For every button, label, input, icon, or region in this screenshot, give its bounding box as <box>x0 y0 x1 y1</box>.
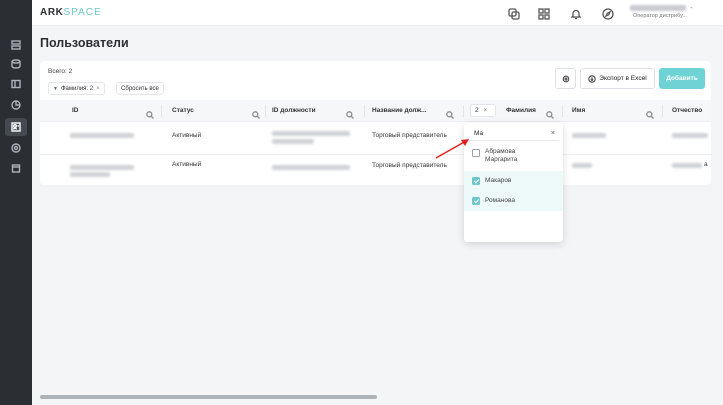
option-label-line1: Абрамова <box>485 148 516 155</box>
search-icon[interactable] <box>146 106 154 119</box>
redacted-firstname <box>572 133 606 138</box>
redacted-position-id <box>272 139 314 144</box>
column-divider <box>463 105 464 117</box>
user-role: Оператор дистрибу... <box>633 13 687 19</box>
logo-part2: SPACE <box>63 7 102 18</box>
search-icon[interactable] <box>346 106 354 119</box>
clear-icon[interactable]: × <box>551 130 555 137</box>
option-checkbox[interactable] <box>472 149 480 157</box>
total-count: Всего: 2 <box>48 68 73 75</box>
column-status[interactable]: Статус <box>172 107 194 114</box>
add-user-button[interactable]: Добавить <box>659 68 705 89</box>
redacted-position-id <box>272 131 350 136</box>
option-label: Макаров <box>485 177 512 184</box>
redacted-patronymic <box>672 133 708 138</box>
annotation-arrow-icon <box>435 139 469 159</box>
settings-icon[interactable] <box>9 141 23 155</box>
panel-icon[interactable] <box>9 77 23 91</box>
option-label: Романова <box>485 197 515 204</box>
compass-icon[interactable] <box>602 7 614 20</box>
column-firstname[interactable]: Имя <box>572 107 585 114</box>
close-icon[interactable]: × <box>96 86 100 92</box>
dropdown-search-value: Ма <box>474 130 484 137</box>
reset-all-button[interactable]: Сбросить все <box>116 82 164 95</box>
users-icon[interactable] <box>5 118 27 136</box>
users-card: Всего: 2 ▼ Фамилия: 2 × Сбросить все Экс… <box>40 61 711 187</box>
column-divider <box>364 105 365 117</box>
logo-part1: ARK <box>40 7 64 18</box>
redacted-id <box>70 172 110 177</box>
search-icon[interactable] <box>646 106 654 119</box>
status-cell: Активный <box>172 161 202 168</box>
table-row[interactable]: Активный Торговый представитель а <box>40 155 711 187</box>
table-header: ID Статус ID должности Название долж... … <box>40 100 711 122</box>
top-header: ARKSPACE - Оператор дистрибу... <box>32 0 723 26</box>
dropdown-option-romanova[interactable]: Романова <box>464 191 563 211</box>
redacted-position-id <box>272 165 350 170</box>
column-position-id[interactable]: ID должности <box>272 107 316 114</box>
lastname-filter-chip[interactable]: ▼ Фамилия: 2 × <box>48 82 105 95</box>
column-settings-button[interactable] <box>555 68 576 89</box>
dropdown-option-abramova[interactable]: Абрамова Маргарита <box>464 145 563 165</box>
user-name-redacted[interactable] <box>630 5 686 11</box>
chevron-down-icon: ▼ <box>53 85 58 92</box>
search-icon[interactable] <box>546 106 554 119</box>
column-divider <box>662 105 663 117</box>
app-logo[interactable]: ARKSPACE <box>40 7 102 18</box>
chart-icon[interactable] <box>9 98 23 112</box>
user-menu-dash[interactable]: - <box>690 3 693 12</box>
position-name-cell: Торговый представитель <box>372 162 447 169</box>
apps-icon[interactable] <box>538 7 550 20</box>
option-checkbox-checked[interactable] <box>472 177 480 185</box>
table-row[interactable]: Активный Торговый представитель <box>40 123 711 155</box>
search-icon[interactable] <box>252 106 260 119</box>
left-sidebar <box>0 0 32 405</box>
column-patronymic[interactable]: Отчество <box>672 107 702 114</box>
page-title: Пользователи <box>40 36 129 50</box>
patronymic-cell-tail: а <box>704 161 708 168</box>
lastname-filter-count[interactable]: 2 × <box>470 104 496 117</box>
redacted-id <box>70 133 134 138</box>
close-icon[interactable]: × <box>484 108 488 114</box>
calendar-icon[interactable] <box>9 161 23 175</box>
export-excel-button[interactable]: Экспорт в Excel <box>580 68 655 89</box>
column-position-name[interactable]: Название долж... <box>372 107 427 114</box>
bell-icon[interactable] <box>570 7 582 20</box>
list-icon[interactable] <box>9 38 23 52</box>
option-checkbox-checked[interactable] <box>472 197 480 205</box>
gear-icon <box>562 75 569 82</box>
dropdown-option-makarov[interactable]: Макаров <box>464 171 563 191</box>
column-divider <box>161 105 162 117</box>
help-icon[interactable] <box>508 7 520 20</box>
lastname-filter-dropdown: Ма × Абрамова Маргарита Макаров Романова <box>464 123 563 242</box>
column-lastname[interactable]: Фамилия <box>506 107 536 114</box>
option-label-line2: Маргарита <box>485 156 518 163</box>
redacted-id <box>70 165 134 170</box>
status-cell: Активный <box>172 132 202 139</box>
add-label: Добавить <box>666 75 698 82</box>
dropdown-search-input[interactable]: Ма × <box>468 127 559 141</box>
horizontal-scrollbar[interactable] <box>40 395 377 399</box>
filter-count-value: 2 <box>475 107 479 114</box>
search-icon[interactable] <box>446 106 454 119</box>
export-label: Экспорт в Excel <box>599 75 647 82</box>
export-icon <box>588 74 597 83</box>
option-label: Абрамова Маргарита <box>485 148 517 164</box>
column-divider <box>265 105 266 117</box>
redacted-patronymic <box>672 163 702 168</box>
column-id[interactable]: ID <box>72 107 79 114</box>
column-divider <box>562 105 563 117</box>
filter-chip-label: Фамилия: 2 <box>60 85 94 92</box>
database-icon[interactable] <box>9 57 23 71</box>
redacted-firstname <box>572 163 592 168</box>
reset-all-label: Сбросить все <box>121 85 159 92</box>
